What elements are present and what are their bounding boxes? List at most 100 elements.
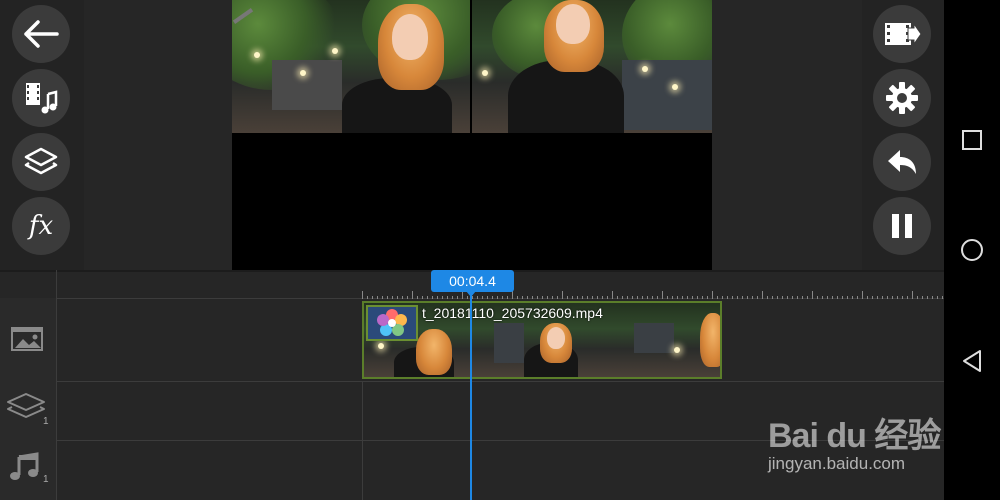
ruler-tick [782,296,783,299]
ruler-tick [567,296,568,299]
undo-icon [888,150,916,174]
ruler-tick [832,296,833,299]
ruler-tick [817,296,818,299]
ruler-tick [807,296,808,299]
ruler-tick [707,296,708,299]
video-track-header[interactable] [10,326,46,359]
image-film-icon [11,327,43,351]
ruler-tick [397,296,398,299]
ruler-tick [872,296,873,299]
ruler-tick [517,296,518,299]
ruler-tick [677,296,678,299]
ruler-tick [447,296,448,299]
ruler-tick [787,296,788,299]
ruler-tick [597,296,598,299]
ruler-tick [697,296,698,299]
ruler-tick [757,296,758,299]
back-nav-button[interactable] [961,349,983,378]
ruler-tick [362,291,363,299]
home-button[interactable] [960,238,984,267]
undo-button[interactable] [873,133,931,191]
right-toolbar [862,0,944,270]
ruler-tick [442,296,443,299]
ruler-tick [537,296,538,299]
ruler-tick [867,296,868,299]
ruler-tick [482,296,483,299]
ruler-tick [592,296,593,299]
ruler-tick [412,291,413,299]
film-music-icon [26,83,58,114]
preview-frame-right [472,0,712,133]
baidu-watermark: Bai du 经验 jingyan.baidu.com [768,392,948,492]
ruler-tick [712,291,713,299]
ruler-tick [452,296,453,299]
pause-button[interactable] [873,197,931,255]
recents-button[interactable] [961,129,983,156]
timeline-start-line [362,381,363,500]
ruler-tick [802,296,803,299]
ruler-tick [507,296,508,299]
playhead[interactable] [470,290,472,500]
ruler-tick [667,296,668,299]
ruler-tick [842,296,843,299]
circle-icon [961,239,983,261]
ruler-tick [587,296,588,299]
clip-type-icon [366,305,418,341]
ruler-tick [392,296,393,299]
ruler-tick [882,296,883,299]
video-clip[interactable]: t_20181110_205732609.mp4 [362,301,722,379]
effects-button[interactable]: fx [12,197,70,255]
ruler-tick [687,296,688,299]
ruler-tick [612,291,613,299]
arrow-left-icon [24,20,59,48]
ruler-tick [902,296,903,299]
settings-button[interactable] [873,69,931,127]
ruler-tick [437,296,438,299]
ruler-tick [512,291,513,299]
ruler-tick [682,296,683,299]
overlay-track-count: 1 [43,416,49,427]
ruler-tick [672,296,673,299]
ruler-tick [727,296,728,299]
ruler-tick [637,296,638,299]
ruler-tick [792,296,793,299]
ruler-tick [762,291,763,299]
ruler-tick [777,296,778,299]
music-note-icon [10,452,39,480]
ruler-tick [732,296,733,299]
video-preview[interactable] [232,0,712,270]
ruler-tick [632,296,633,299]
ruler-tick [627,296,628,299]
clip-thumbnail-3 [604,303,720,377]
ruler-tick [487,296,488,299]
overlay-track-header[interactable] [6,392,46,425]
ruler-tick [497,296,498,299]
photo-flower-icon [377,309,407,336]
export-button[interactable] [873,5,931,63]
ruler-tick [382,296,383,299]
ruler-tick [722,296,723,299]
ruler-tick [692,296,693,299]
track-divider-video [0,381,944,382]
ruler-tick [552,296,553,299]
ruler-tick [897,296,898,299]
audio-track-header[interactable] [8,451,40,488]
ruler-tick [877,296,878,299]
layers-button[interactable] [12,133,70,191]
ruler-tick [652,296,653,299]
media-browser-button[interactable] [12,69,70,127]
ruler-tick [912,291,913,299]
track-header-divider [56,270,57,500]
ruler-tick [642,296,643,299]
ruler-tick [617,296,618,299]
ruler-tick [492,296,493,299]
watermark-logo: Bai du 经验 [768,417,941,455]
triangle-back-icon [963,350,981,372]
preview-frame-left [232,0,470,133]
back-button[interactable] [12,5,70,63]
layers-icon [7,393,45,418]
ruler-tick [737,296,738,299]
current-time-badge[interactable]: 00:04.4 [431,270,514,292]
ruler-tick [772,296,773,299]
ruler-tick [942,296,943,299]
